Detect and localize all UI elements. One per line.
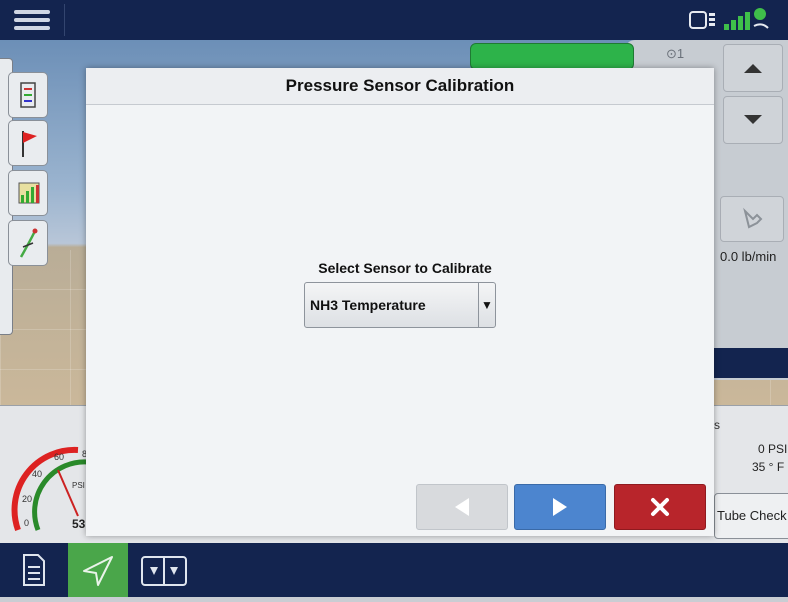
scroll-up-button[interactable]: [723, 44, 783, 92]
nav-split-view-button[interactable]: [134, 543, 194, 597]
dropdown-arrow-icon: ▼: [478, 283, 495, 327]
hamburger-menu-icon[interactable]: [8, 6, 56, 36]
tube-check-button[interactable]: Tube Check: [714, 493, 788, 539]
flag-tab[interactable]: [8, 120, 48, 166]
guidance-tab[interactable]: [8, 220, 48, 266]
map-tab[interactable]: [8, 170, 48, 216]
calibration-dialog: Pressure Sensor Calibration Select Senso…: [86, 68, 714, 536]
dialog-title: Pressure Sensor Calibration: [285, 76, 515, 95]
flag-icon: [22, 131, 37, 157]
next-button[interactable]: [514, 484, 606, 530]
gauge-unit: PSI: [72, 481, 85, 490]
gps-satellite-icon: [724, 8, 769, 30]
dialog-header: Pressure Sensor Calibration: [86, 68, 714, 105]
document-icon: [23, 554, 45, 586]
wrench-icon: [743, 207, 763, 229]
section-status-bar: [470, 43, 634, 70]
gauge-tick: 20: [22, 494, 32, 504]
pressure-readout: 0 PSI: [758, 442, 788, 456]
gauge-tick: 40: [32, 469, 42, 479]
split-view-icon: [141, 556, 187, 586]
nav-guidance-button[interactable]: [68, 543, 128, 597]
navigation-arrow-icon: [83, 556, 113, 586]
sensor-select[interactable]: NH3 Temperature ▼: [304, 282, 496, 328]
sensor-select-value: NH3 Temperature: [310, 297, 426, 313]
map-chart-icon: [18, 182, 40, 204]
gauge-tick: 60: [54, 452, 64, 462]
scroll-down-button[interactable]: [723, 96, 783, 144]
down-arrow-icon: [744, 115, 762, 124]
display-device-icon[interactable]: [684, 4, 780, 36]
select-sensor-label: Select Sensor to Calibrate: [318, 260, 492, 276]
guidance-path-icon: [19, 228, 38, 258]
gauge-value: 53: [72, 517, 86, 531]
bottom-nav-bar: [0, 543, 788, 597]
close-icon: [651, 498, 669, 516]
cancel-button[interactable]: [614, 484, 706, 530]
right-arrow-icon: [553, 498, 567, 516]
left-arrow-icon: [455, 498, 469, 516]
side-letter: s: [714, 418, 720, 432]
rate-readout: 0.0 lb/min: [720, 249, 777, 264]
gauge-tick: 0: [24, 518, 29, 528]
status-icons: [684, 4, 780, 36]
top-bar-divider: [64, 4, 65, 36]
layers-tab[interactable]: [8, 72, 48, 118]
nav-document-button[interactable]: [4, 543, 64, 597]
up-arrow-icon: [744, 64, 762, 73]
temperature-readout: 35 ° F: [752, 460, 785, 474]
status-band: [714, 348, 788, 378]
row-indicator: ⊙1: [665, 46, 685, 61]
top-bar: [0, 0, 788, 40]
back-button[interactable]: [416, 484, 508, 530]
layers-icon: [20, 82, 36, 108]
settings-button[interactable]: [720, 196, 784, 242]
